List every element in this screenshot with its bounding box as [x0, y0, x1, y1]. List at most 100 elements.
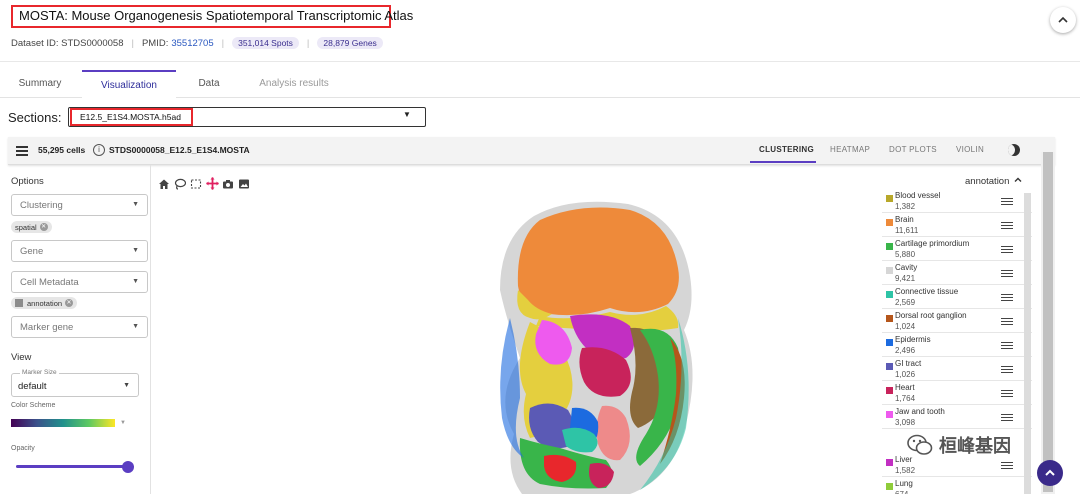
legend-title: annotation [965, 176, 1010, 187]
annotation-chip[interactable]: annotation ✕ [11, 297, 78, 309]
legend-item-count: 674 [895, 490, 908, 494]
legend-item-count: 1,382 [895, 202, 916, 211]
legend-item-count: 1,582 [895, 466, 916, 475]
sections-selected-value: E12.5_E1S4.MOSTA.h5ad [80, 112, 181, 122]
legend-item-name: Cartilage primordium [895, 239, 970, 248]
tab-data[interactable]: Data [178, 70, 240, 98]
drag-handle-icon[interactable] [1001, 390, 1013, 398]
pan-icon[interactable] [206, 177, 219, 190]
legend-item-count: 1,024 [895, 322, 916, 331]
spatial-chip[interactable]: spatial ✕ [11, 221, 52, 233]
legend-item-name: Heart [895, 383, 915, 392]
legend-item-count: 5,880 [895, 250, 916, 259]
legend-item[interactable]: Blood vessel 1,382 [882, 190, 1032, 213]
chip-remove-icon[interactable]: ✕ [39, 223, 48, 231]
options-heading: Options [11, 176, 44, 187]
legend-item[interactable]: GI tract 1,026 [882, 358, 1032, 381]
cell-count: 55,295 cells [38, 145, 86, 155]
main-tabs: Summary Visualization Data Analysis resu… [0, 70, 1080, 98]
legend-scrollbar[interactable] [1024, 193, 1031, 494]
image-icon[interactable] [238, 177, 250, 189]
watermark-text: 桓峰基因 [939, 436, 1011, 456]
marker-size-value: default [18, 381, 47, 392]
marker-gene-select[interactable]: Marker gene ▼ [11, 316, 148, 338]
legend-item[interactable]: Brain 11,611 [882, 214, 1032, 237]
dark-mode-icon[interactable] [1008, 144, 1020, 156]
legend-item-count: 2,569 [895, 298, 916, 307]
drag-handle-icon[interactable] [1001, 198, 1013, 206]
hamburger-menu-icon[interactable] [16, 146, 28, 156]
drag-handle-icon[interactable] [1001, 366, 1013, 374]
tab-dot-plots[interactable]: DOT PLOTS [889, 145, 937, 154]
legend-swatch [886, 195, 893, 202]
legend-item-count: 9,421 [895, 274, 916, 283]
camera-icon[interactable] [222, 177, 234, 189]
tab-summary[interactable]: Summary [0, 70, 80, 98]
legend-swatch [886, 291, 893, 298]
annotation-legend-toggle[interactable]: annotation [965, 176, 1022, 187]
clustering-select[interactable]: Clustering ▼ [11, 194, 148, 216]
pmid-link[interactable]: 35512705 [171, 38, 213, 49]
category-icon [15, 299, 23, 307]
opacity-slider-handle[interactable] [122, 461, 134, 473]
opacity-slider[interactable] [16, 465, 132, 468]
legend-swatch [886, 483, 893, 490]
legend-item[interactable]: Jaw and tooth 3,098 [882, 406, 1032, 429]
tab-visualization[interactable]: Visualization [82, 70, 176, 98]
page-scrollbar[interactable] [1041, 152, 1055, 494]
clustering-select-label: Clustering [20, 200, 63, 211]
legend-item[interactable]: Lung 674 [882, 478, 1032, 494]
legend-item[interactable]: Heart 1,764 [882, 382, 1032, 405]
legend-item-count: 2,496 [895, 346, 916, 355]
home-icon[interactable] [158, 177, 170, 189]
meta-divider: | [131, 37, 134, 49]
drag-handle-icon[interactable] [1001, 270, 1013, 278]
page-scrollbar-thumb[interactable] [1043, 152, 1053, 492]
tab-clustering[interactable]: CLUSTERING [759, 145, 814, 154]
drag-handle-icon[interactable] [1001, 342, 1013, 350]
chip-remove-icon[interactable]: ✕ [65, 299, 74, 307]
dataset-header: MOSTA: Mouse Organogenesis Spatiotempora… [0, 0, 1080, 62]
dropdown-arrow-icon: ▼ [132, 201, 139, 208]
tab-violin[interactable]: VIOLIN [956, 145, 984, 154]
plot-toolbar [158, 176, 250, 190]
legend-item[interactable]: Cavity 9,421 [882, 262, 1032, 285]
legend-swatch [886, 267, 893, 274]
cell-metadata-select[interactable]: Cell Metadata ▼ [11, 271, 148, 293]
drag-handle-icon[interactable] [1001, 222, 1013, 230]
tab-heatmap[interactable]: HEATMAP [830, 145, 870, 154]
legend-item-name: Cavity [895, 263, 918, 272]
gene-select[interactable]: Gene ▼ [11, 240, 148, 262]
marker-size-select[interactable]: Marker Size default ▼ [11, 369, 139, 397]
spots-badge: 351,014 Spots [232, 37, 299, 49]
tab-analysis-results[interactable]: Analysis results [245, 70, 343, 98]
legend-swatch [886, 411, 893, 418]
legend-item[interactable]: Epidermis 2,496 [882, 334, 1032, 357]
legend-item-count: 3,098 [895, 418, 916, 427]
drag-handle-icon[interactable] [1001, 246, 1013, 254]
color-scheme-select[interactable] [11, 419, 115, 427]
sections-label: Sections: [8, 110, 62, 125]
dropdown-arrow-icon: ▼ [132, 323, 139, 330]
lasso-icon[interactable] [174, 177, 187, 190]
drag-handle-icon[interactable] [1001, 462, 1013, 470]
box-select-icon[interactable] [190, 177, 202, 189]
legend-item-name: Brain [895, 215, 914, 224]
drag-handle-icon[interactable] [1001, 318, 1013, 326]
legend-item[interactable]: Dorsal root ganglion 1,024 [882, 310, 1032, 333]
drag-handle-icon[interactable] [1001, 294, 1013, 302]
drag-handle-icon[interactable] [1001, 414, 1013, 422]
dropdown-arrow-icon: ▼ [132, 247, 139, 254]
chevron-up-icon [1014, 177, 1022, 182]
spatial-cluster-plot[interactable] [490, 198, 710, 494]
info-icon[interactable]: i [93, 144, 105, 156]
legend-item-count: 11,611 [895, 226, 919, 235]
wechat-icon [907, 434, 933, 455]
marker-size-label: Marker Size [20, 369, 59, 376]
meta-divider: | [306, 37, 310, 49]
legend-item[interactable]: Cartilage primordium 5,880 [882, 238, 1032, 261]
legend-item[interactable]: Connective tissue 2,569 [882, 286, 1032, 309]
legend-item-name: Dorsal root ganglion [895, 311, 967, 320]
collapse-up-button[interactable] [1050, 7, 1076, 33]
scroll-top-button[interactable] [1037, 460, 1063, 486]
